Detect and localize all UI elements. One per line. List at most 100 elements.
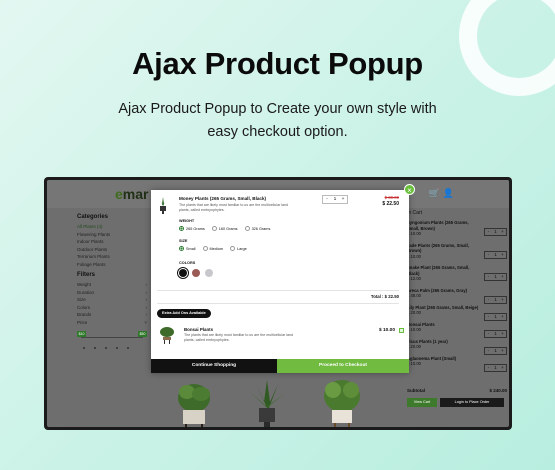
radio-icon [179, 226, 184, 231]
filter-colors[interactable]: Colors › [77, 304, 147, 312]
chevron-down-icon: ˅ [144, 319, 147, 325]
filter-duration[interactable]: Duration › [77, 289, 147, 297]
qty-plus-button[interactable]: + [339, 196, 347, 203]
cart-item: Snake Plant (265 Grams, Small, Black) $ 1… [407, 265, 509, 282]
weight-option[interactable]: 265 Grams [179, 226, 205, 231]
price-range-slider[interactable]: $10 $50 [77, 329, 147, 343]
logo-text: mar [122, 186, 149, 202]
chevron-right-icon: › [145, 282, 148, 287]
radio-icon [179, 246, 184, 251]
category-item[interactable]: Terrarium Plants [77, 253, 147, 261]
store-page: emar 🛒👤 Categories All Plants (4) Flower… [47, 180, 509, 427]
cart-item: Jade Plants (265 Grams, Small, Brown) $ 1… [407, 243, 509, 260]
price-min-handle[interactable]: $10 [77, 331, 86, 337]
qty-value: 1 [333, 197, 337, 202]
size-option[interactable]: Large [230, 246, 247, 251]
category-item[interactable]: Indoor Plants [77, 238, 147, 246]
qty-stepper[interactable]: -1 + [484, 250, 507, 259]
cart-item: Ficus Plants (1 year) $ 20.00-1 + [407, 339, 509, 355]
continue-shopping-button[interactable]: Continue Shopping [151, 359, 277, 373]
qty-stepper[interactable]: -1 + [484, 295, 507, 304]
popup-total: Total : $ 22.50 [370, 294, 399, 299]
weight-option[interactable]: 160 Grams [211, 226, 238, 231]
size-label: SIZE [179, 239, 188, 243]
weight-options: 265 Grams 160 Grams 326 Grams [179, 226, 270, 231]
qty-stepper[interactable]: -1 + [484, 363, 507, 372]
qty-stepper[interactable]: -1 + [484, 228, 507, 236]
proceed-to-checkout-button[interactable]: Proceed to Checkout [277, 359, 409, 373]
category-item[interactable]: Flowering Plants [77, 231, 147, 239]
size-options: Small Medium Large [179, 246, 247, 251]
cart-item: Areca Palm (265 Grams, Gray) $ 48.00-1 + [407, 288, 509, 304]
mini-cart-panel: In Cart Syngonium Plants (265 Grams, Sma… [407, 210, 509, 407]
size-option[interactable]: Medium [202, 246, 223, 251]
chevron-right-icon: › [145, 312, 148, 317]
chevron-right-icon: › [145, 304, 148, 310]
store-logo[interactable]: emar [115, 186, 148, 202]
cart-item: Bonsai Plants $ 10.00-1 + [407, 322, 509, 338]
addon-thumbnail [160, 327, 174, 344]
divider [157, 290, 399, 291]
cart-icon[interactable]: 🛒 [429, 188, 443, 198]
color-swatches [177, 267, 213, 279]
divider [157, 303, 399, 304]
category-item[interactable]: Foliage Plants [77, 261, 147, 269]
product-popup: × Money Plants (265 Grams, Small, Black)… [151, 184, 415, 373]
cart-item: Syngonium Plants (265 Grams, Small, Brow… [407, 220, 509, 237]
qty-stepper[interactable]: -1 + [484, 312, 507, 321]
product-name: Money Plants (265 Grams, Small, Black) [179, 196, 267, 201]
hero-subtitle-line-1: Ajax Product Popup to Create your own st… [118, 101, 437, 117]
plant-image[interactable] [242, 378, 292, 427]
addon-price: $ 10.00 [378, 328, 395, 333]
login-to-order-button[interactable]: Login to Place Order [440, 398, 504, 407]
header-icons: 🛒👤 [429, 188, 457, 199]
hero-subtitle-line-2: easy checkout option. [207, 124, 348, 140]
cart-actions: View Cart Login to Place Order [407, 398, 509, 407]
plant-image[interactable] [317, 378, 367, 427]
close-icon[interactable]: × [404, 184, 415, 195]
addon-name: Bonsai Plants [184, 327, 214, 332]
size-option[interactable]: Small [179, 246, 196, 251]
weight-option[interactable]: 326 Grams [244, 226, 270, 231]
product-description: The plants that are likely most familiar… [179, 203, 289, 212]
screenshot-frame: emar 🛒👤 Categories All Plants (4) Flower… [44, 177, 512, 430]
colors-label: COLORS [179, 261, 196, 265]
chevron-right-icon: › [145, 289, 148, 295]
sale-price: $ 22.50 [382, 201, 399, 207]
filter-price[interactable]: Price ˅ [77, 319, 147, 327]
view-cart-button[interactable]: View Cart [407, 398, 437, 407]
extra-addons-badge: Extra Add Ons Available [157, 309, 211, 318]
weight-label: WEIGHT [179, 219, 195, 223]
category-item[interactable]: Outdoor Plants [77, 246, 147, 254]
slider-dots [77, 347, 147, 349]
color-swatch-black[interactable] [177, 267, 189, 279]
filter-weight[interactable]: Weight › [77, 281, 147, 289]
radio-icon [202, 246, 208, 251]
filter-sidebar: Categories All Plants (4) Flowering Plan… [77, 212, 147, 349]
filter-size[interactable]: Size › [77, 296, 147, 304]
qty-stepper[interactable]: -1 + [484, 273, 507, 281]
categories-title: Categories [77, 214, 109, 220]
price-max-handle[interactable]: $50 [138, 331, 147, 337]
plant-image[interactable] [169, 378, 219, 427]
hero-title: Ajax Product Popup [132, 46, 423, 81]
radio-icon [211, 226, 217, 231]
filter-brands[interactable]: Brands › [77, 311, 147, 319]
qty-stepper[interactable]: -1 + [484, 329, 507, 338]
color-swatch-brown[interactable] [192, 269, 200, 277]
cart-item: Aglaonema Plant (Small) $ 10.00-1 + [407, 356, 509, 372]
addon-description: The plants that are likely most familiar… [184, 333, 294, 342]
qty-stepper[interactable]: -1 + [484, 346, 507, 355]
color-swatch-gray[interactable] [205, 269, 213, 277]
radio-icon [244, 226, 250, 231]
hero-subtitle: Ajax Product Popup to Create your own st… [60, 98, 495, 144]
user-icon[interactable]: 👤 [443, 188, 457, 198]
addon-checkbox[interactable] [399, 328, 404, 333]
cart-subtotal: Subtotal $ 240.00 [407, 388, 507, 393]
quantity-stepper[interactable]: - 1 + [322, 195, 348, 204]
cart-title: In Cart [407, 210, 423, 216]
product-thumbnail [159, 197, 167, 214]
chevron-right-icon: › [145, 297, 148, 302]
category-item[interactable]: All Plants (4) [77, 223, 147, 231]
qty-minus-button[interactable]: - [323, 196, 331, 203]
